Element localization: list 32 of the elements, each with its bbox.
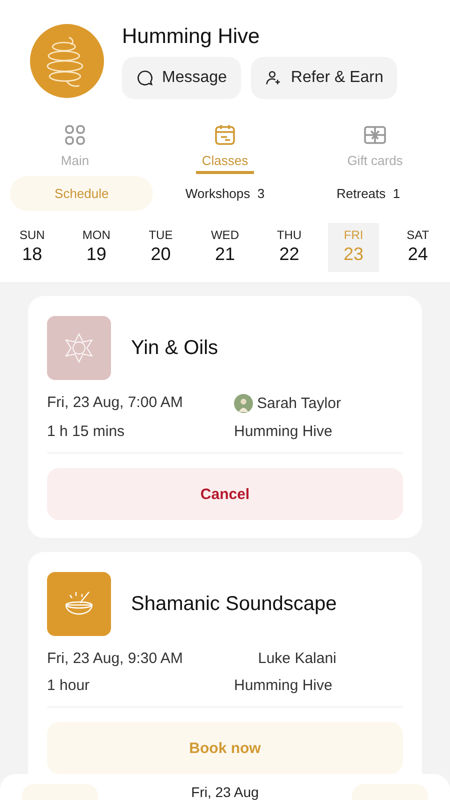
sheet-date: Fri, 23 Aug: [191, 784, 259, 800]
bowl-icon: [47, 572, 111, 636]
day-button[interactable]: SUN 18: [7, 223, 58, 272]
refer-button[interactable]: Refer & Earn: [250, 57, 398, 99]
class-time: Fri, 23 Aug, 7:00 AM: [47, 394, 184, 413]
day-button[interactable]: SAT 24: [392, 223, 443, 272]
add-person-icon: [264, 69, 283, 87]
avatar-icon: [234, 394, 253, 413]
chat-icon: [136, 69, 154, 87]
venue-name: Humming Hive: [234, 423, 334, 440]
class-title: Yin & Oils: [131, 336, 218, 360]
segment-tab[interactable]: Workshops 3: [153, 176, 297, 211]
instructor-name: Luke Kalani: [258, 650, 336, 667]
class-duration: 1 hour: [47, 677, 91, 694]
class-time: Fri, 23 Aug, 9:30 AM: [47, 650, 184, 667]
message-button[interactable]: Message: [122, 57, 241, 99]
day-button[interactable]: MON 19: [71, 223, 122, 272]
cancel-button[interactable]: Cancel: [47, 468, 403, 520]
grid-icon: [63, 123, 87, 147]
lotus-icon: [47, 316, 111, 380]
class-title: Shamanic Soundscape: [131, 592, 337, 616]
segment-tab[interactable]: Retreats 1: [296, 176, 440, 211]
instructor-name: Sarah Taylor: [257, 395, 341, 412]
day-button[interactable]: TUE 20: [136, 223, 186, 272]
day-button[interactable]: WED 21: [200, 223, 250, 272]
calendar-icon: [213, 123, 237, 147]
class-duration: 1 h 15 mins: [47, 423, 126, 440]
venue-name: Humming Hive: [234, 677, 334, 694]
day-button[interactable]: THU 22: [264, 223, 314, 272]
logo-icon: [30, 24, 104, 98]
gift-card-icon: [363, 123, 387, 147]
studio-name: Humming Hive: [122, 25, 261, 49]
